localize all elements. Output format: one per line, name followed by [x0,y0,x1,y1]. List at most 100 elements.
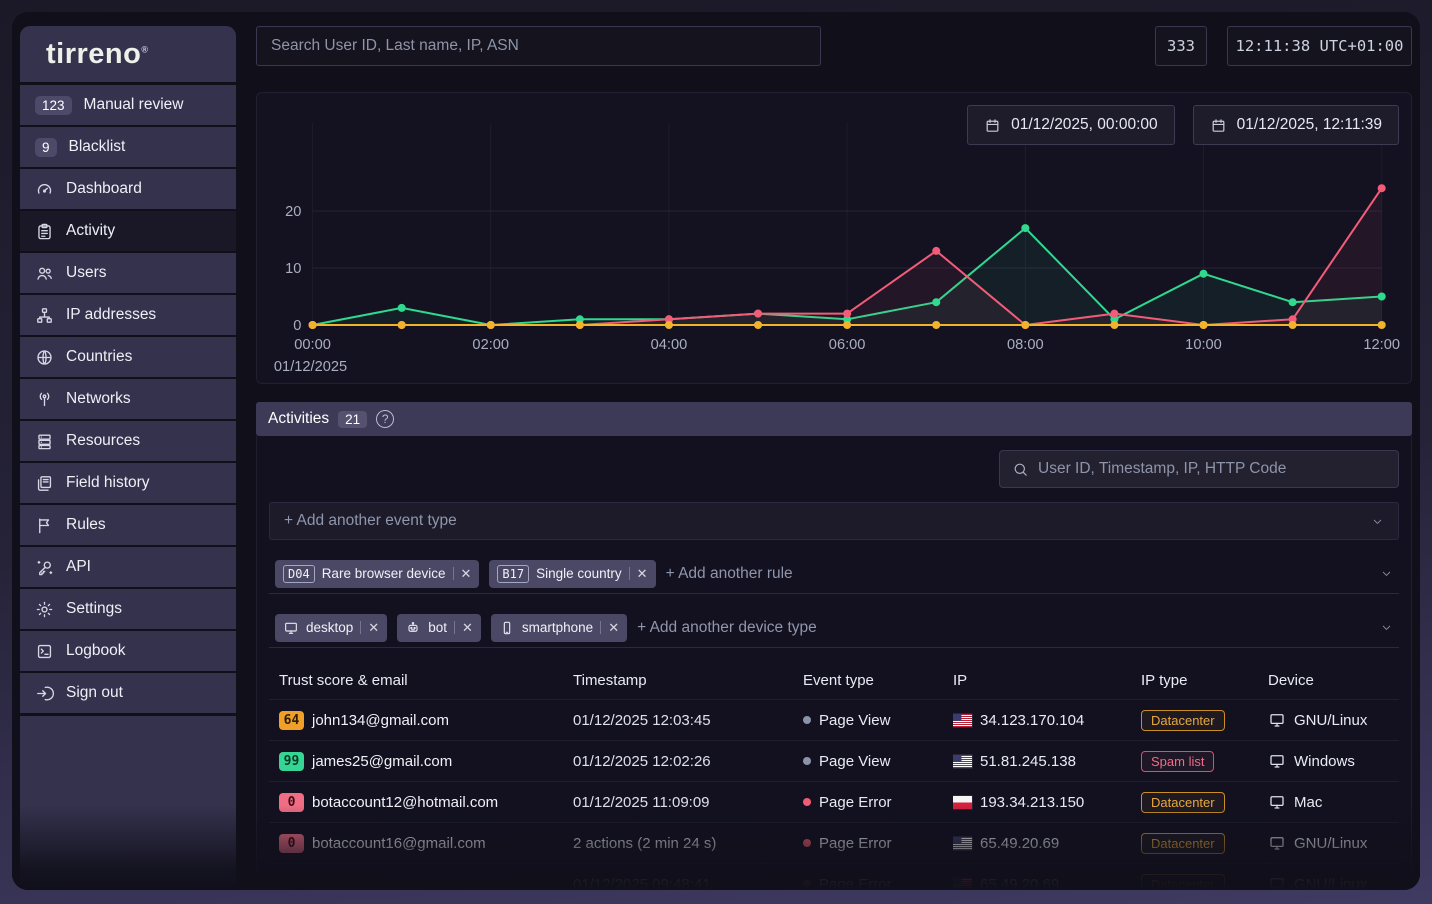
sidebar-item-users[interactable]: Users [20,253,236,293]
date-from-value: 01/12/2025, 00:00:00 [1011,116,1158,134]
filter-tag-label: Rare browser device [322,566,446,581]
sidebar-item-label: Activity [66,222,115,240]
trust-score-badge: 0 [279,834,304,853]
sidebar-item-sign-out[interactable]: Sign out [20,673,236,713]
rule-code-badge: D04 [283,565,315,583]
chevron-down-icon[interactable] [1371,515,1384,528]
device-type-filter[interactable]: desktop✕bot✕smartphone✕+ Add another dev… [269,608,1399,648]
ip-type-badge: Datacenter [1141,792,1225,813]
cell-ip-type: Datacenter [1141,833,1268,854]
table-row[interactable]: 64john134@gmail.com01/12/2025 12:03:45Pa… [269,699,1399,740]
rule-code-badge: B17 [497,565,529,583]
ip-type-badge: Spam list [1141,751,1214,772]
calendar-icon [1210,117,1227,134]
ip-type-badge: Datacenter [1141,874,1225,891]
search-icon [1012,461,1029,478]
user-email-link[interactable]: john134@gmail.com [312,712,449,729]
table-row[interactable]: 0 botaccount16@gmail.com 2 actions (2 min … [269,822,1399,863]
svg-text:12:00: 12:00 [1363,337,1400,353]
sidebar-item-rules[interactable]: Rules [20,505,236,545]
activities-title: Activities [268,410,329,428]
sidebar-item-dashboard[interactable]: Dashboard [20,169,236,209]
sidebar-badge: 123 [35,96,72,115]
sidebar-item-label: Sign out [66,684,123,702]
user-email-link[interactable]: botaccount12@hotmail.com [312,794,498,811]
sidebar-item-logbook[interactable]: Logbook [20,631,236,671]
chevron-down-icon[interactable] [1380,567,1393,580]
sidebar-item-manual-review[interactable]: 123Manual review [20,85,236,125]
sidebar-item-countries[interactable]: Countries [20,337,236,377]
monitor-icon [1268,875,1286,890]
sidebar-item-settings[interactable]: Settings [20,589,236,629]
add-device-type-label[interactable]: + Add another device type [637,619,817,637]
help-icon[interactable]: ? [376,410,394,428]
activities-header: Activities 21 ? [256,402,1412,436]
filter-tag-label: bot [428,620,447,635]
monitor-icon [1268,793,1286,811]
date-from-picker[interactable]: 01/12/2025, 00:00:00 [967,105,1175,145]
user-email-link[interactable]: james25@gmail.com [312,753,452,770]
table-row[interactable]: 01/12/2025 09:48:41Page Error65.49.20.69… [269,863,1399,890]
activities-body: + Add another event type D04 Rare browser… [256,436,1412,890]
cell-ip: 34.123.170.104 [953,712,1141,729]
cell-event-type: Page Error [803,835,953,852]
remove-tag-icon[interactable]: ✕ [360,621,379,634]
calendar-icon [984,117,1001,134]
logo[interactable]: tirreno® [20,26,236,82]
svg-text:04:00: 04:00 [651,337,688,353]
global-search-input[interactable] [256,26,821,66]
cell-ip: 193.34.213.150 [953,794,1141,811]
add-event-type-label[interactable]: + Add another event type [284,512,457,530]
add-rule-label[interactable]: + Add another rule [666,565,793,583]
sidebar-badge: 9 [35,138,57,157]
cell-event-type: Page View [803,712,953,729]
table-row[interactable]: 99james25@gmail.com01/12/2025 12:02:26Pa… [269,740,1399,781]
svg-text:0: 0 [293,318,301,334]
svg-text:20: 20 [285,204,301,220]
table-row[interactable]: 0botaccount12@hotmail.com01/12/2025 11:0… [269,781,1399,822]
country-flag-icon [953,714,972,727]
users-icon [35,264,54,283]
event-status-dot [803,757,811,765]
sidebar-item-label: Resources [66,432,140,450]
sidebar: tirreno® 123Manual review9BlacklistDashb… [20,26,236,890]
remove-tag-icon[interactable]: ✕ [600,621,619,634]
sidebar-item-ip-addresses[interactable]: IP addresses [20,295,236,335]
sidebar-item-networks[interactable]: Networks [20,379,236,419]
filter-tag-label: Single country [536,566,622,581]
sidebar-item-activity[interactable]: Activity [20,211,236,251]
column-header: Timestamp [573,672,803,689]
remove-tag-icon[interactable]: ✕ [453,567,472,580]
cell-ip-type: Datacenter [1141,710,1268,731]
cell-timestamp: 01/12/2025 09:48:41 [573,876,803,891]
cell-ip: 51.81.245.138 [953,753,1141,770]
chevron-down-icon[interactable] [1380,621,1393,634]
sidebar-filler [20,716,236,890]
date-to-picker[interactable]: 01/12/2025, 12:11:39 [1193,105,1399,145]
remove-tag-icon[interactable]: ✕ [454,621,473,634]
cell-ip-type: Datacenter [1141,792,1268,813]
app-window: tirreno® 123Manual review9BlacklistDashb… [12,12,1420,890]
rules-filter[interactable]: D04 Rare browser device ✕ B17 Single country… [269,554,1399,594]
activities-count-badge: 21 [338,411,367,428]
sidebar-item-resources[interactable]: Resources [20,421,236,461]
monitor-icon [1268,752,1286,770]
cell-timestamp: 01/12/2025 12:03:45 [573,712,803,729]
cell-timestamp: 2 actions (2 min 24 s) [573,835,803,852]
svg-text:01/12/2025: 01/12/2025 [274,359,347,375]
sidebar-item-blacklist[interactable]: 9Blacklist [20,127,236,167]
sidebar-item-api[interactable]: API [20,547,236,587]
svg-text:06:00: 06:00 [829,337,866,353]
topbar: 333 12:11:38 UTC+01:00 [256,26,1412,66]
activities-search-input[interactable] [1038,460,1386,478]
sidebar-item-label: Countries [66,348,132,366]
remove-tag-icon[interactable]: ✕ [629,567,648,580]
event-type-filter[interactable]: + Add another event type [269,502,1399,540]
cell-trust-email: 0 botaccount16@gmail.com [279,834,573,853]
cell-timestamp: 01/12/2025 12:02:26 [573,753,803,770]
queue-count-badge[interactable]: 333 [1155,26,1207,66]
monitor-icon [1268,711,1286,729]
sidebar-item-field-history[interactable]: Field history [20,463,236,503]
user-email-link[interactable]: botaccount16@gmail.com [312,835,486,852]
server-icon [35,432,54,451]
